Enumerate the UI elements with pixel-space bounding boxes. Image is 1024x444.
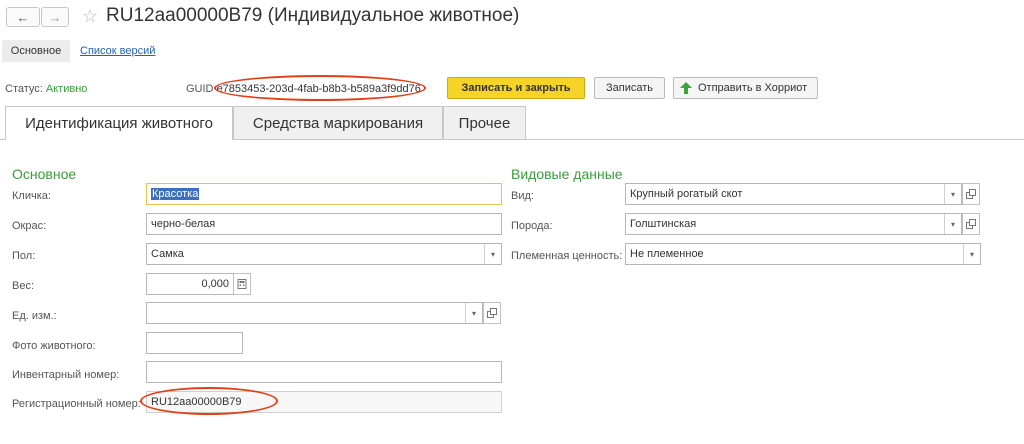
nav-version-list[interactable]: Список версий	[80, 40, 155, 62]
chevron-down-icon[interactable]: ▾	[484, 244, 501, 264]
arrow-up-icon	[680, 82, 692, 94]
tab-marking[interactable]: Средства маркирования	[233, 106, 443, 139]
sex-label: Пол:	[12, 250, 36, 262]
unit-select[interactable]: ▾	[146, 302, 483, 324]
save-and-close-button[interactable]: Записать и закрыть	[447, 77, 585, 99]
section-species-title: Видовые данные	[511, 166, 623, 182]
open-link-icon[interactable]	[962, 213, 980, 235]
tab-other[interactable]: Прочее	[443, 106, 526, 139]
sex-value: Самка	[151, 248, 184, 260]
unit-label: Ед. изм.:	[12, 310, 57, 322]
nav-main[interactable]: Основное	[2, 40, 70, 62]
weight-input[interactable]: 0,000	[146, 273, 234, 295]
nickname-label: Кличка:	[12, 190, 51, 202]
nickname-value: Красотка	[151, 188, 200, 200]
species-select[interactable]: Крупный рогатый скот ▾	[625, 183, 962, 205]
tab-identification[interactable]: Идентификация животного	[5, 106, 233, 140]
inventory-label: Инвентарный номер:	[12, 369, 120, 381]
arrow-right-icon: →	[48, 9, 62, 25]
species-label: Вид:	[511, 190, 534, 202]
favorite-star-icon[interactable]: ☆	[82, 6, 98, 27]
status-label: Статус:	[5, 83, 43, 95]
arrow-left-icon: ←	[16, 9, 30, 25]
photo-label: Фото животного:	[12, 340, 96, 352]
chevron-down-icon[interactable]: ▾	[944, 214, 961, 234]
status-row: Статус: Активно	[5, 83, 87, 95]
status-value: Активно	[45, 83, 88, 95]
send-button-label: Отправить в Хорриот	[698, 82, 808, 94]
chevron-down-icon[interactable]: ▾	[465, 303, 482, 323]
forward-button[interactable]: →	[41, 7, 69, 27]
color-label: Окрас:	[12, 220, 47, 232]
chevron-down-icon[interactable]: ▾	[963, 244, 980, 264]
open-link-icon[interactable]	[962, 183, 980, 205]
guid-value: e7853453-203d-4fab-b8b3-b589a3f9dd76	[216, 83, 421, 95]
photo-input[interactable]	[146, 332, 243, 354]
pedigree-value: Не племенное	[630, 248, 704, 260]
sex-select[interactable]: Самка ▾	[146, 243, 502, 265]
nickname-input[interactable]: Красотка	[146, 183, 502, 205]
send-to-horriot-button[interactable]: Отправить в Хорриот	[673, 77, 818, 99]
breed-value: Голштинская	[630, 218, 697, 230]
pedigree-select[interactable]: Не племенное ▾	[625, 243, 981, 265]
guid-row: GUID e7853453-203d-4fab-b8b3-b589a3f9dd7…	[186, 83, 421, 95]
guid-label: GUID	[186, 83, 214, 95]
weight-label: Вес:	[12, 280, 35, 292]
calculator-icon[interactable]	[233, 273, 251, 295]
registration-label: Регистрационный номер:	[12, 398, 141, 410]
species-value: Крупный рогатый скот	[630, 188, 743, 200]
save-button[interactable]: Записать	[594, 77, 665, 99]
registration-input: RU12aa00000B79	[146, 391, 502, 413]
pedigree-label: Племенная ценность:	[511, 250, 623, 262]
page-title: RU12aa00000B79 (Индивидуальное животное)	[106, 5, 520, 26]
breed-label: Порода:	[511, 220, 553, 232]
section-main-title: Основное	[12, 166, 77, 182]
inventory-input[interactable]	[146, 361, 502, 383]
color-input[interactable]: черно-белая	[146, 213, 502, 235]
breed-select[interactable]: Голштинская ▾	[625, 213, 962, 235]
chevron-down-icon[interactable]: ▾	[944, 184, 961, 204]
back-button[interactable]: ←	[6, 7, 40, 27]
open-link-icon[interactable]	[483, 302, 501, 324]
